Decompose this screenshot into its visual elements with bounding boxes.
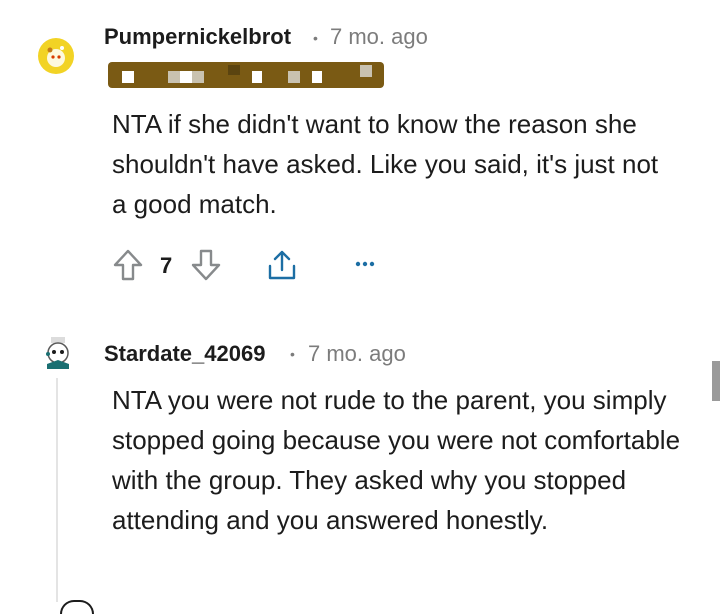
downvote-arrow-icon <box>191 249 221 281</box>
comment-timestamp[interactable]: 7 mo. ago <box>308 341 406 367</box>
more-dots-icon <box>355 261 375 267</box>
thread-line[interactable] <box>56 378 58 602</box>
comment-body: NTA you were not rude to the parent, you… <box>112 385 681 535</box>
comment-timestamp[interactable]: 7 mo. ago <box>330 24 428 50</box>
comment-username[interactable]: Stardate_42069 <box>104 341 265 367</box>
avatar[interactable] <box>42 336 74 370</box>
more-options-button[interactable] <box>352 256 378 272</box>
share-button[interactable] <box>266 248 298 282</box>
comment: Stardate_42069 • 7 mo. ago NTA you were … <box>0 300 720 606</box>
downvote-button[interactable] <box>190 248 222 282</box>
meta-separator: • <box>313 30 318 46</box>
avatar[interactable] <box>38 38 74 74</box>
user-flair <box>108 62 384 88</box>
comment-username[interactable]: Pumpernickelbrot <box>104 24 291 50</box>
comment-body: NTA if she didn't want to know the reaso… <box>112 109 659 219</box>
upvote-arrow-icon <box>113 249 143 281</box>
vote-count: 7 <box>160 253 173 278</box>
snoo-avatar-icon <box>46 337 69 369</box>
snoo-avatar-icon <box>47 46 65 67</box>
upvote-button[interactable] <box>112 248 144 282</box>
meta-separator: • <box>290 346 295 362</box>
share-icon <box>268 250 296 280</box>
comment: Pumpernickelbrot • 7 mo. ago NTA if she … <box>0 0 720 300</box>
scrollbar-thumb[interactable] <box>712 361 720 401</box>
